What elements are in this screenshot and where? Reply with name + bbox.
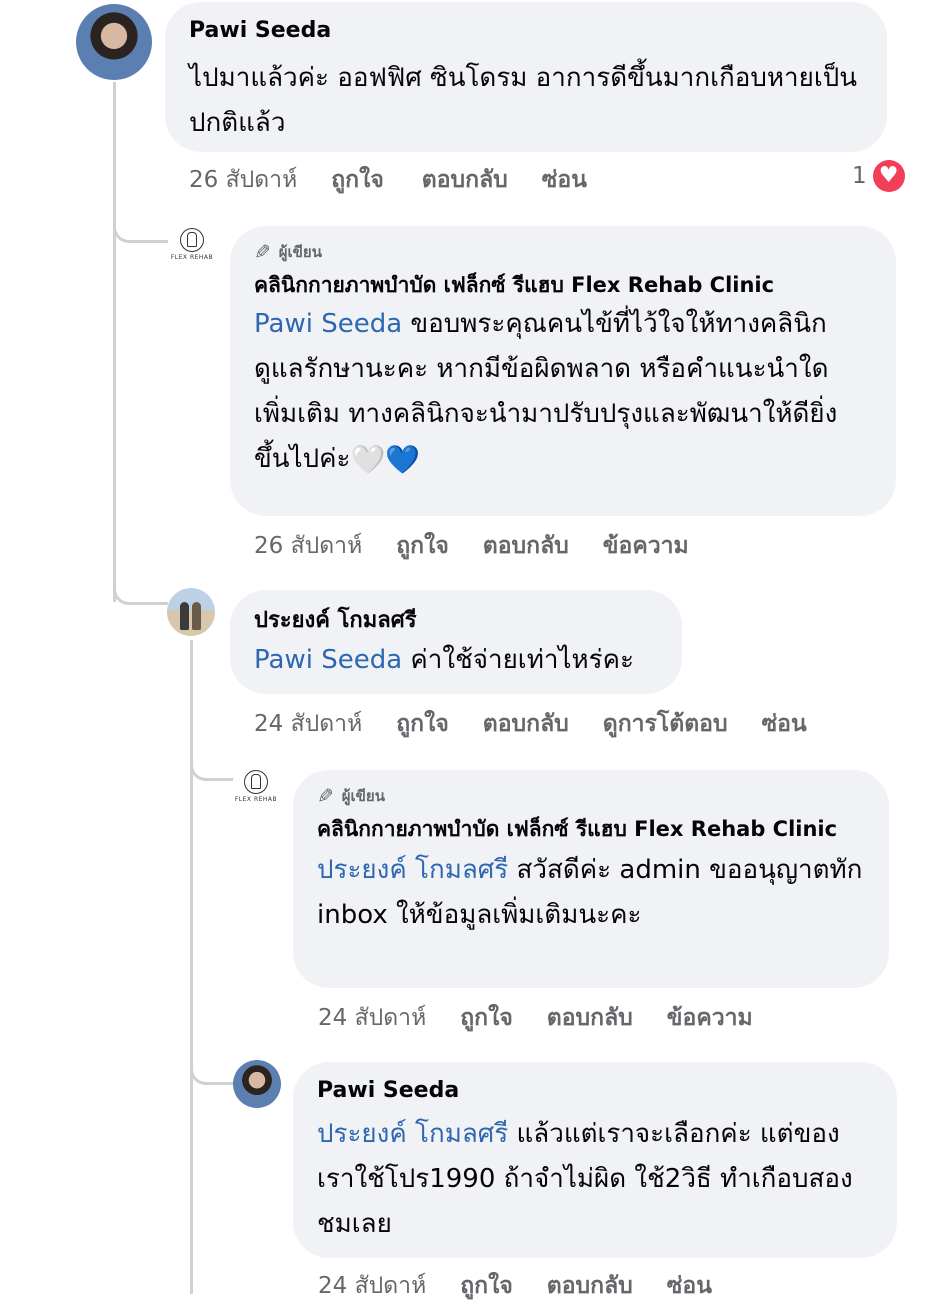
- reaction-summary[interactable]: 1: [852, 160, 905, 192]
- comment-author[interactable]: คลินิกกายภาพบำบัด เฟล็กซ์ รีแฮบ Flex Reh…: [254, 270, 870, 300]
- comment-text: ประยงค์ โกมลศรี สวัสดีค่ะ admin ขออนุญาต…: [317, 855, 863, 930]
- mention-link[interactable]: ประยงค์ โกมลศรี: [317, 1119, 508, 1149]
- comment-bubble: ✎ ผู้เขียน คลินิกกายภาพบำบัด เฟล็กซ์ รีแ…: [230, 226, 896, 516]
- comment-bubble: ✎ ผู้เขียน คลินิกกายภาพบำบัด เฟล็กซ์ รีแ…: [293, 770, 889, 988]
- like-button[interactable]: ถูกใจ: [396, 528, 449, 564]
- comment-time[interactable]: 26 สัปดาห์: [189, 162, 297, 198]
- comment-actions: 24 สัปดาห์ ถูกใจ ตอบกลับ ซ่อน: [318, 1268, 746, 1304]
- hide-button[interactable]: ซ่อน: [762, 706, 807, 742]
- comment-text: ประยงค์ โกมลศรี แล้วแต่เราจะเลือกค่ะ แต่…: [317, 1119, 853, 1239]
- author-badge: ✎ ผู้เขียน: [317, 784, 863, 808]
- logo-text: FLEX REHAB: [234, 796, 278, 803]
- reply-button[interactable]: ตอบกลับ: [483, 706, 569, 742]
- author-badge-label: ผู้เขียน: [278, 243, 322, 261]
- avatar-pawi-seeda[interactable]: [76, 4, 152, 80]
- mention-link[interactable]: ประยงค์ โกมลศรี: [317, 855, 508, 885]
- comment-bubble: Pawi Seeda ไปมาแล้วค่ะ ออฟฟิศ ซินโดรม อา…: [165, 2, 887, 152]
- comment-author[interactable]: คลินิกกายภาพบำบัด เฟล็กซ์ รีแฮบ Flex Reh…: [317, 814, 863, 844]
- comment-bubble: Pawi Seeda ประยงค์ โกมลศรี แล้วแต่เราจะเ…: [293, 1062, 897, 1258]
- reply-button[interactable]: ตอบกลับ: [483, 528, 569, 564]
- pen-icon: ✎: [317, 784, 334, 808]
- thread-elbow-2: [113, 584, 168, 605]
- author-badge-label: ผู้เขียน: [341, 787, 385, 805]
- view-interactions-button[interactable]: ดูการโต้ตอบ: [603, 706, 728, 742]
- comment-actions: 24 สัปดาห์ ถูกใจ ตอบกลับ ข้อความ: [318, 1000, 787, 1036]
- avatar-flex-rehab-logo[interactable]: FLEX REHAB: [230, 768, 282, 820]
- pen-icon: ✎: [254, 240, 271, 264]
- comment-author[interactable]: Pawi Seeda: [317, 1076, 871, 1106]
- thread-elbow-1: [113, 222, 168, 243]
- heart-icon: [872, 160, 905, 192]
- logo-mark-icon: [180, 228, 204, 252]
- comment-author[interactable]: ประยงค์ โกมลศรี: [254, 606, 656, 636]
- reaction-count: 1: [852, 163, 867, 189]
- comment-time[interactable]: 24 สัปดาห์: [318, 1268, 426, 1304]
- comment-actions: 26 สัปดาห์ ถูกใจ ตอบกลับ ซ่อน: [189, 162, 621, 198]
- thread-elbow-3: [190, 760, 233, 781]
- logo-text: FLEX REHAB: [170, 254, 214, 261]
- comment-text: Pawi Seeda ค่าใช้จ่ายเท่าไหร่คะ: [254, 645, 634, 675]
- message-button[interactable]: ข้อความ: [603, 528, 689, 564]
- hide-button[interactable]: ซ่อน: [542, 162, 587, 198]
- logo-mark-icon: [244, 770, 268, 794]
- like-button[interactable]: ถูกใจ: [460, 1000, 513, 1036]
- comment-time[interactable]: 24 สัปดาห์: [318, 1000, 426, 1036]
- author-badge: ✎ ผู้เขียน: [254, 240, 870, 264]
- comment-actions: 26 สัปดาห์ ถูกใจ ตอบกลับ ข้อความ: [254, 528, 723, 564]
- hide-button[interactable]: ซ่อน: [667, 1268, 712, 1304]
- like-button[interactable]: ถูกใจ: [396, 706, 449, 742]
- mention-link[interactable]: Pawi Seeda: [254, 309, 402, 339]
- thread-line-main: [113, 82, 116, 602]
- comment-time[interactable]: 26 สัปดาห์: [254, 528, 362, 564]
- reply-button[interactable]: ตอบกลับ: [547, 1000, 633, 1036]
- comment-text: Pawi Seeda ขอบพระคุณคนไข้ที่ไว้ใจให้ทางค…: [254, 309, 838, 477]
- comment-actions: 24 สัปดาห์ ถูกใจ ตอบกลับ ดูการโต้ตอบ ซ่อ…: [254, 706, 841, 742]
- like-button[interactable]: ถูกใจ: [331, 162, 384, 198]
- avatar-flex-rehab-logo[interactable]: FLEX REHAB: [166, 226, 218, 278]
- mention-link[interactable]: Pawi Seeda: [254, 645, 402, 675]
- comment-time[interactable]: 24 สัปดาห์: [254, 706, 362, 742]
- thread-elbow-4: [190, 1064, 233, 1085]
- comment-author[interactable]: Pawi Seeda: [189, 16, 861, 46]
- blue-heart-icon: 💙: [385, 443, 421, 476]
- like-button[interactable]: ถูกใจ: [460, 1268, 513, 1304]
- avatar-pawi-seeda[interactable]: [233, 1060, 281, 1108]
- comment-text: ไปมาแล้วค่ะ ออฟฟิศ ซินโดรม อาการดีขึ้นมา…: [189, 63, 858, 138]
- avatar-prayong[interactable]: [167, 588, 215, 636]
- reply-button[interactable]: ตอบกลับ: [422, 162, 508, 198]
- white-heart-icon: 🤍: [350, 443, 386, 477]
- comment-bubble: ประยงค์ โกมลศรี Pawi Seeda ค่าใช้จ่ายเท่…: [230, 590, 682, 694]
- thread-line-sub: [190, 640, 193, 1294]
- message-button[interactable]: ข้อความ: [667, 1000, 753, 1036]
- reply-button[interactable]: ตอบกลับ: [547, 1268, 633, 1304]
